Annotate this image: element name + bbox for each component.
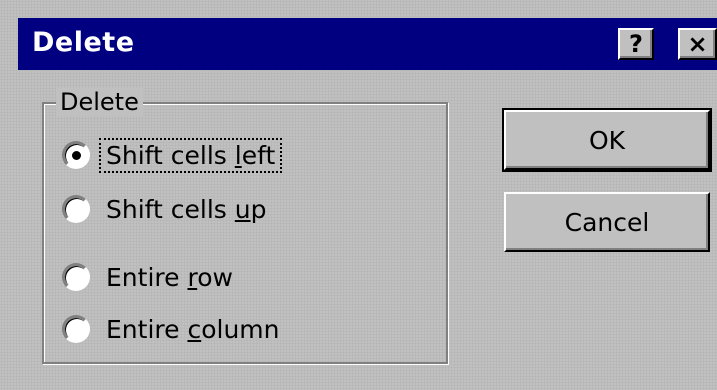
cancel-button[interactable]: Cancel <box>504 192 710 252</box>
radio-button[interactable] <box>62 141 90 169</box>
radio-button[interactable] <box>62 263 90 291</box>
radio-label-entire-row[interactable]: Entire row <box>102 263 237 292</box>
ok-button[interactable]: OK <box>502 108 712 172</box>
delete-dialog: Delete ? × Delete Shift cells left Shift… <box>0 0 717 390</box>
radio-label-shift-cells-up[interactable]: Shift cells up <box>102 195 271 224</box>
title-bar[interactable]: Delete ? × <box>18 18 717 70</box>
close-button[interactable]: × <box>678 28 717 60</box>
dialog-title: Delete <box>32 27 135 58</box>
radio-button[interactable] <box>62 315 90 343</box>
group-label: Delete <box>56 88 143 116</box>
radio-label-entire-column[interactable]: Entire column <box>102 315 284 344</box>
radio-shift-cells-up[interactable]: Shift cells up <box>62 192 271 226</box>
radio-selected-dot <box>72 151 81 160</box>
radio-entire-row[interactable]: Entire row <box>62 260 237 294</box>
radio-button[interactable] <box>62 195 90 223</box>
help-button[interactable]: ? <box>618 28 654 60</box>
radio-shift-cells-left[interactable]: Shift cells left <box>62 137 283 173</box>
radio-entire-column[interactable]: Entire column <box>62 312 284 346</box>
radio-label-shift-cells-left[interactable]: Shift cells left <box>98 137 283 173</box>
